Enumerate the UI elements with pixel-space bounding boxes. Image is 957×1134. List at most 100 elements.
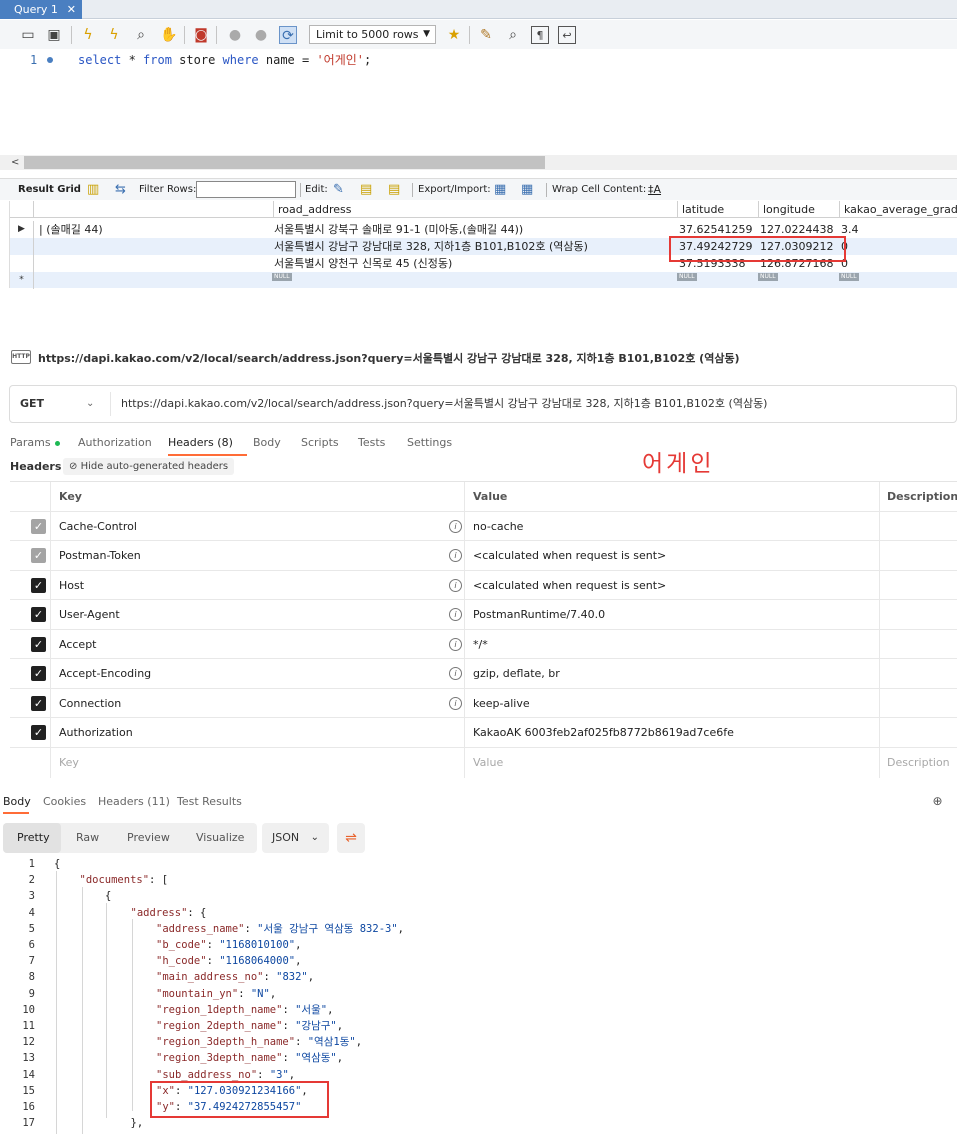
table-row[interactable]: ✓ Connection i keep-alive bbox=[10, 689, 957, 718]
method-select[interactable]: GET bbox=[20, 386, 44, 422]
wrap-cell-icon[interactable]: ‡A bbox=[648, 179, 661, 201]
invisible-chars-icon[interactable]: ¶ bbox=[531, 26, 549, 44]
query-tab-bar: Query 1 ✕ bbox=[0, 0, 957, 19]
find-icon[interactable]: ⌕ bbox=[504, 26, 522, 44]
json-format-select[interactable]: JSON ⌄ bbox=[262, 823, 329, 853]
open-folder-icon[interactable]: ▭ bbox=[19, 26, 37, 44]
header-checkbox[interactable]: ✓ bbox=[31, 518, 46, 534]
header-checkbox[interactable]: ✓ bbox=[31, 548, 46, 563]
request-url-input[interactable]: https://dapi.kakao.com/v2/local/search/a… bbox=[121, 386, 767, 422]
result-grid-label[interactable]: Result Grid bbox=[18, 179, 81, 201]
limit-rows-select[interactable]: Limit to 5000 rows ▼ bbox=[309, 25, 436, 44]
json-line: 7 "h_code": "1168064000", bbox=[0, 953, 957, 969]
execute-current-icon[interactable]: ϟ bbox=[105, 26, 123, 44]
tab-response-headers[interactable]: Headers (11) bbox=[98, 790, 170, 814]
tab-params[interactable]: Params bbox=[10, 430, 60, 456]
tab-tests[interactable]: Tests bbox=[358, 430, 385, 456]
wrap-lines-icon[interactable]: ⇌ bbox=[337, 823, 365, 853]
table-row[interactable]: ✓ Host i <calculated when request is sen… bbox=[10, 571, 957, 600]
eye-off-icon: ⊘ bbox=[69, 461, 81, 472]
explain-icon[interactable]: ⌕ bbox=[132, 26, 150, 44]
beautify-star-icon[interactable]: ★ bbox=[445, 26, 463, 44]
request-title[interactable]: https://dapi.kakao.com/v2/local/search/a… bbox=[38, 350, 740, 366]
tab-body[interactable]: Body bbox=[253, 430, 281, 456]
tab-response-body[interactable]: Body bbox=[3, 790, 31, 814]
tab-scripts[interactable]: Scripts bbox=[301, 430, 339, 456]
col-kakao-average-grade[interactable]: kakao_average_grade bbox=[839, 201, 957, 218]
response-format-bar: Pretty Raw Preview Visualize JSON ⌄ ⇌ bbox=[0, 823, 957, 853]
import-icon[interactable]: ▦ bbox=[521, 179, 533, 201]
globe-icon[interactable]: ⊕ bbox=[930, 794, 945, 809]
response-body-viewer[interactable]: 1{2 "documents": [3{4 "address": {5 "addres… bbox=[0, 855, 957, 1134]
header-checkbox[interactable]: ✓ bbox=[31, 695, 46, 711]
header-checkbox[interactable]: ✓ bbox=[31, 725, 46, 740]
table-row[interactable]: ✓ Postman-Token i <calculated when reque… bbox=[10, 541, 957, 571]
new-description-input[interactable]: Description bbox=[887, 748, 950, 778]
sql-editor[interactable]: 1 select * from store where name = '어게인'… bbox=[0, 49, 957, 153]
info-icon[interactable]: i bbox=[449, 578, 462, 592]
table-row[interactable]: ✓ Cache-Control i no-cache bbox=[10, 512, 957, 541]
row-selected-icon[interactable]: ▶ bbox=[10, 221, 34, 238]
hide-auto-headers-button[interactable]: ⊘ Hide auto-generated headers bbox=[63, 458, 235, 475]
info-icon[interactable]: i bbox=[449, 637, 462, 651]
format-brush-icon[interactable]: ✎ bbox=[477, 26, 495, 44]
execute-icon[interactable]: ϟ bbox=[79, 26, 97, 44]
json-line: 9 "mountain_yn": "N", bbox=[0, 986, 957, 1002]
header-checkbox[interactable]: ✓ bbox=[31, 636, 46, 652]
table-row[interactable]: ✓ Accept-Encoding i gzip, deflate, br bbox=[10, 659, 957, 689]
insert-row-icon[interactable]: ▤ bbox=[360, 179, 372, 201]
filter-rows-input[interactable] bbox=[196, 181, 296, 198]
col-longitude[interactable]: longitude bbox=[758, 201, 839, 218]
query-tab[interactable]: Query 1 ✕ bbox=[0, 0, 82, 19]
screenshot-root: Query 1 ✕ ▭ ▣ ϟ ϟ ⌕ ✋ ◙ ● ● ⟳ ★ ✎ ⌕ ¶ ↩ … bbox=[0, 0, 957, 1134]
stop-icon[interactable]: ✋ bbox=[160, 26, 178, 44]
autocommit-icon[interactable]: ⟳ bbox=[279, 26, 297, 44]
edit-row-icon[interactable]: ✎ bbox=[333, 179, 344, 201]
header-checkbox[interactable]: ✓ bbox=[31, 666, 46, 681]
tab-cookies[interactable]: Cookies bbox=[43, 790, 86, 814]
grid-view-icon[interactable]: ▥ bbox=[87, 179, 99, 201]
new-value-input[interactable]: Value bbox=[473, 748, 503, 778]
json-line: 15 "x": "127.030921234166", bbox=[0, 1083, 957, 1099]
info-icon[interactable]: i bbox=[449, 667, 462, 680]
sql-toolbar: ▭ ▣ ϟ ϟ ⌕ ✋ ◙ ● ● ⟳ ★ ✎ ⌕ ¶ ↩ bbox=[0, 20, 957, 49]
header-checkbox[interactable]: ✓ bbox=[31, 577, 46, 593]
refresh-icon[interactable]: ⇆ bbox=[115, 179, 126, 201]
close-tab-icon[interactable]: ✕ bbox=[67, 0, 76, 19]
format-pretty-button[interactable]: Pretty bbox=[3, 823, 61, 853]
chevron-down-icon[interactable]: ⌄ bbox=[86, 386, 94, 422]
json-line-number: 4 bbox=[28, 906, 35, 919]
col-road-address[interactable]: road_address bbox=[273, 201, 677, 218]
export-icon[interactable]: ▦ bbox=[494, 179, 506, 201]
format-raw-button[interactable]: Raw bbox=[76, 823, 99, 853]
save-icon[interactable]: ▣ bbox=[45, 26, 63, 44]
scrollbar-thumb[interactable] bbox=[24, 156, 545, 169]
new-header-row[interactable]: Key Value Description bbox=[10, 748, 957, 778]
toggle-stop-on-error-icon[interactable]: ◙ bbox=[192, 26, 210, 44]
wrap-lines-icon[interactable]: ↩ bbox=[558, 26, 576, 44]
format-preview-button[interactable]: Preview bbox=[127, 823, 170, 853]
new-row[interactable]: * NULL NULL NULL NULL bbox=[10, 272, 957, 289]
tab-headers[interactable]: Headers (8) bbox=[168, 430, 233, 456]
col-latitude[interactable]: latitude bbox=[677, 201, 758, 218]
info-icon[interactable]: i bbox=[449, 519, 462, 533]
scroll-left-icon[interactable]: < bbox=[11, 155, 19, 170]
info-icon[interactable]: i bbox=[449, 696, 462, 710]
table-row[interactable]: ✓ Authorization KakaoAK 6003feb2af025fb8… bbox=[10, 718, 957, 748]
tab-settings[interactable]: Settings bbox=[407, 430, 452, 456]
header-checkbox[interactable]: ✓ bbox=[31, 607, 46, 622]
tab-test-results[interactable]: Test Results bbox=[177, 790, 242, 814]
info-icon[interactable]: i bbox=[449, 608, 462, 621]
editor-line: 1 select * from store where name = '어게인'… bbox=[0, 52, 957, 68]
format-visualize-button[interactable]: Visualize bbox=[196, 823, 244, 853]
delete-row-icon[interactable]: ▤ bbox=[388, 179, 400, 201]
editor-horizontal-scrollbar[interactable]: < bbox=[0, 155, 957, 170]
table-row[interactable]: ✓ User-Agent i PostmanRuntime/7.40.0 bbox=[10, 600, 957, 630]
table-row[interactable]: ✓ Accept i */* bbox=[10, 630, 957, 659]
commit-icon[interactable]: ● bbox=[226, 26, 244, 44]
rollback-icon[interactable]: ● bbox=[252, 26, 270, 44]
edit-label: Edit: bbox=[305, 184, 328, 195]
tab-authorization[interactable]: Authorization bbox=[78, 430, 152, 456]
new-key-input[interactable]: Key bbox=[59, 748, 79, 778]
info-icon[interactable]: i bbox=[449, 549, 462, 562]
